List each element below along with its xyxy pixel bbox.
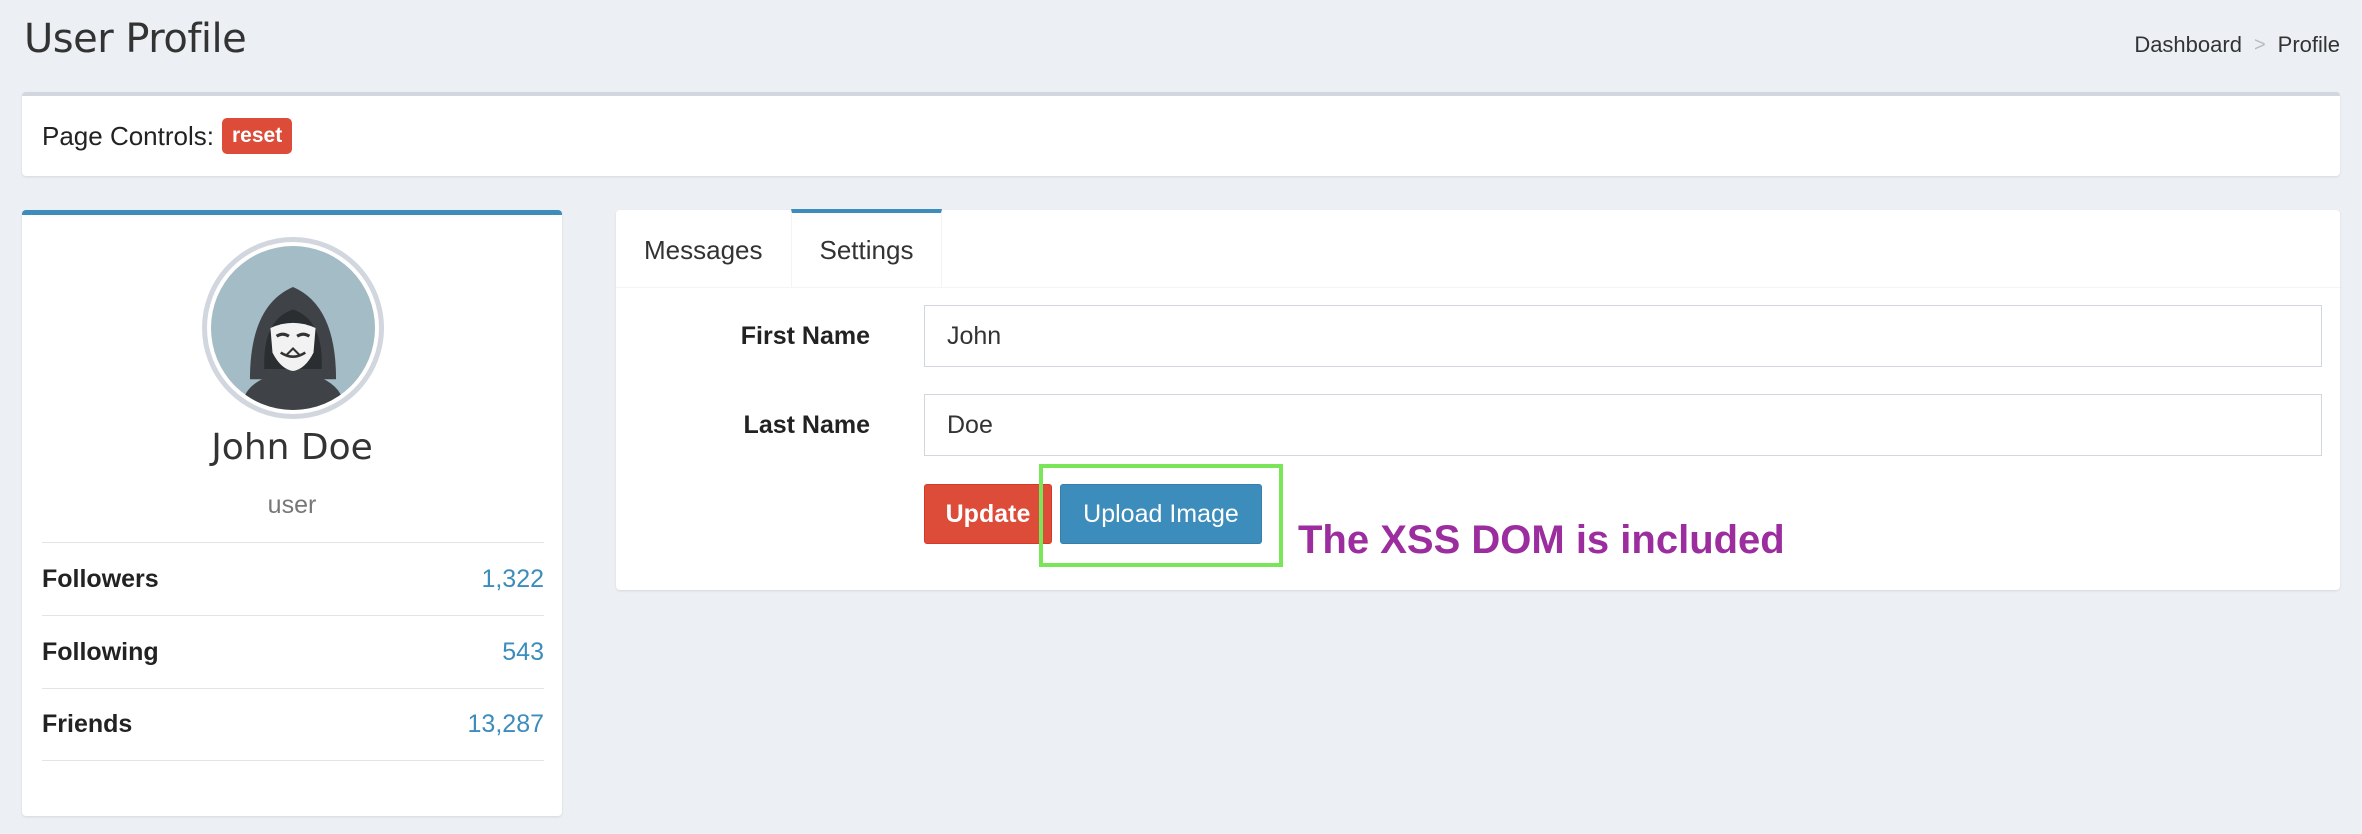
profile-stats: Followers 1,322 Following 543 Friends 13… <box>42 542 544 761</box>
first-name-label: First Name <box>740 321 870 350</box>
list-item: Friends 13,287 <box>42 688 544 761</box>
page-controls-label: Page Controls: <box>42 120 214 151</box>
last-name-field[interactable] <box>924 394 2322 456</box>
tab-messages[interactable]: Messages <box>616 209 791 287</box>
stat-label: Friends <box>42 710 133 738</box>
list-item: Followers 1,322 <box>42 542 544 615</box>
stat-value-link[interactable]: 13,287 <box>468 710 544 739</box>
profile-role: user <box>267 491 317 519</box>
list-item: Following 543 <box>42 615 544 688</box>
profile-card: John Doe user Followers 1,322 Following … <box>22 210 562 816</box>
breadcrumb-dashboard-link[interactable]: Dashboard <box>2134 32 2242 58</box>
last-name-label: Last Name <box>743 410 870 439</box>
annotation-text: The XSS DOM is included <box>1298 518 1785 562</box>
first-name-row: First Name <box>616 305 2340 367</box>
profile-name: John Doe <box>211 427 373 468</box>
last-name-row: Last Name <box>616 394 2340 456</box>
breadcrumb-current: Profile <box>2277 32 2340 57</box>
first-name-field[interactable] <box>924 305 2322 367</box>
stat-label: Followers <box>42 564 159 593</box>
reset-button[interactable]: reset <box>221 118 293 154</box>
breadcrumb: Dashboard > Profile <box>2134 32 2340 58</box>
page-title: User Profile <box>24 16 247 62</box>
tab-settings[interactable]: Settings <box>790 209 943 287</box>
tab-bar: Messages Settings <box>616 209 2340 288</box>
update-button[interactable]: Update <box>924 484 1052 544</box>
page-controls-box: Page Controls: reset <box>22 92 2340 176</box>
breadcrumb-separator: > <box>2253 33 2266 56</box>
stat-label: Following <box>42 637 159 666</box>
stat-value-link[interactable]: 543 <box>502 638 544 667</box>
avatar <box>202 237 384 419</box>
anonymous-hooded-mask-icon <box>241 287 345 410</box>
annotation-highlight-box <box>1039 464 1283 567</box>
stat-value-link[interactable]: 1,322 <box>481 565 544 594</box>
